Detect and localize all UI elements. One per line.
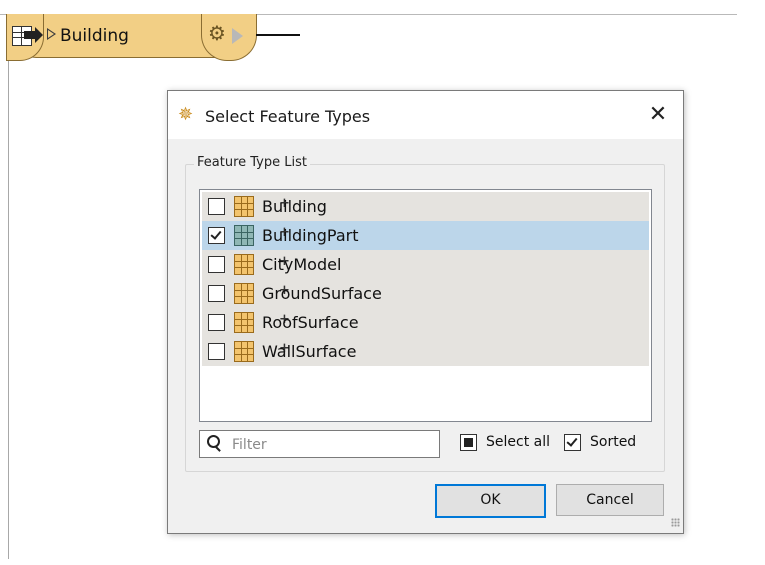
list-item[interactable]: + BuildingPart <box>202 221 649 250</box>
sorted-checkbox[interactable] <box>564 434 581 451</box>
feature-type-label: WallSurface <box>262 342 357 361</box>
sorted-label: Sorted <box>590 434 637 450</box>
dialog-title: Select Feature Types <box>205 107 371 126</box>
feature-type-icon: + <box>234 312 290 333</box>
list-item[interactable]: + WallSurface <box>202 337 649 366</box>
group-label: Feature Type List <box>194 155 310 170</box>
filter-input[interactable] <box>230 434 434 456</box>
filter-field[interactable] <box>199 430 440 458</box>
feature-type-label: CityModel <box>262 255 342 274</box>
reader-arrow-icon <box>24 27 43 43</box>
feature-type-label: RoofSurface <box>262 313 359 332</box>
feature-type-checkbox[interactable] <box>208 314 225 331</box>
connection-line[interactable] <box>256 34 300 36</box>
feature-type-checkbox[interactable] <box>208 227 225 244</box>
list-item[interactable]: + Building <box>202 192 649 221</box>
feature-type-icon: + <box>234 254 290 275</box>
feature-type-checkbox[interactable] <box>208 285 225 302</box>
feature-type-checkbox[interactable] <box>208 256 225 273</box>
feature-type-checkbox[interactable] <box>208 198 225 215</box>
select-feature-types-dialog: ✵ Select Feature Types ✕ Feature Type Li… <box>167 90 684 534</box>
play-triangle-icon[interactable] <box>47 28 56 40</box>
feature-type-node[interactable]: Building ⚙ <box>6 14 257 61</box>
cancel-button[interactable]: Cancel <box>556 484 664 516</box>
list-item[interactable]: + CityModel <box>202 250 649 279</box>
search-icon <box>207 435 220 448</box>
feature-type-icon: + <box>234 341 290 362</box>
close-icon: ✕ <box>648 102 668 127</box>
feature-type-checkbox[interactable] <box>208 343 225 360</box>
canvas-divider <box>8 14 9 559</box>
list-item[interactable]: + RoofSurface <box>202 308 649 337</box>
feature-type-label: Building <box>262 197 327 216</box>
gear-icon[interactable]: ⚙ <box>208 23 226 43</box>
feature-type-icon: + <box>234 283 290 304</box>
dialog-titlebar[interactable]: ✵ Select Feature Types ✕ <box>168 91 683 139</box>
feature-type-icon: + <box>234 225 290 246</box>
feature-type-label: GroundSurface <box>262 284 382 303</box>
list-item[interactable]: + GroundSurface <box>202 279 649 308</box>
feature-type-list[interactable]: + Building + BuildingPart + CityModel + GroundS… <box>199 189 652 422</box>
select-all-checkbox[interactable] <box>460 434 477 451</box>
feature-type-icon: + <box>234 196 290 217</box>
fme-workbench-icon: ✵ <box>178 104 194 125</box>
close-button[interactable]: ✕ <box>640 100 676 130</box>
output-port-icon[interactable] <box>232 28 243 44</box>
resize-grip-icon[interactable] <box>671 518 680 527</box>
feature-type-label: BuildingPart <box>262 226 359 245</box>
node-title: Building <box>60 26 129 46</box>
ok-button[interactable]: OK <box>435 484 546 518</box>
select-all-label: Select all <box>486 434 550 450</box>
